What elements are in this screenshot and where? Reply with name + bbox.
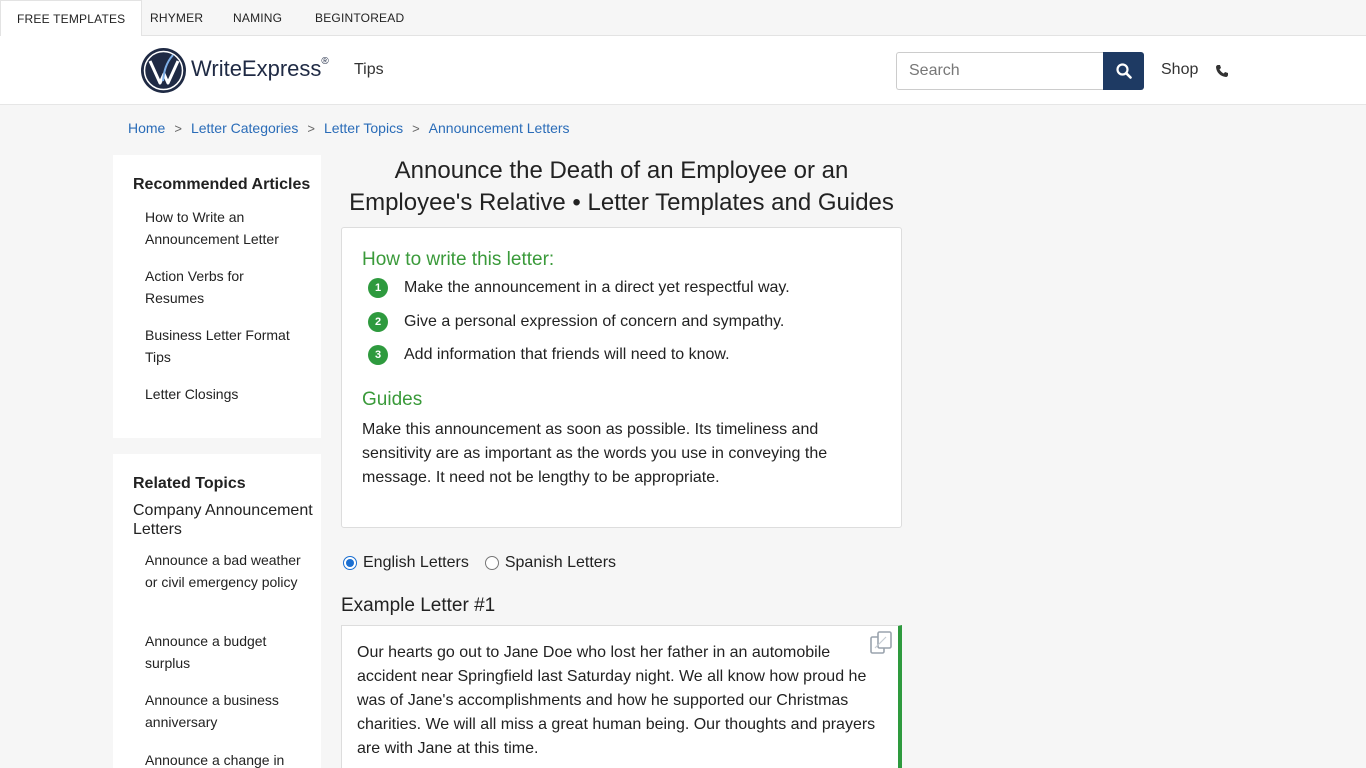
related-topics-subheading[interactable]: Company Announcement Letters (133, 501, 313, 539)
breadcrumb-letter-topics[interactable]: Letter Topics (324, 120, 403, 136)
tab-rhymer[interactable]: RHYMER (150, 0, 203, 36)
quill-logo-icon[interactable] (140, 47, 187, 94)
sidebar-item-business-format[interactable]: Business Letter Format Tips (145, 324, 305, 368)
sidebar-item-change-in[interactable]: Announce a change in (145, 749, 305, 768)
breadcrumb-separator: > (307, 120, 315, 136)
search-icon (1115, 63, 1132, 79)
breadcrumb-letter-categories[interactable]: Letter Categories (191, 120, 298, 136)
breadcrumb-announcement-letters[interactable]: Announcement Letters (429, 120, 570, 136)
sidebar-item-action-verbs[interactable]: Action Verbs for Resumes (145, 265, 305, 309)
recommended-articles-title: Recommended Articles (133, 176, 311, 193)
recommended-articles-panel: Recommended Articles How to Write an Ann… (113, 155, 321, 438)
step-text: Give a personal expression of concern an… (404, 313, 785, 330)
step-number-badge: 1 (368, 278, 388, 298)
breadcrumb-separator: > (174, 120, 182, 136)
breadcrumb-separator: > (412, 120, 420, 136)
brand-name[interactable]: WriteExpress® (191, 56, 329, 82)
language-selector: English Letters Spanish Letters (343, 554, 632, 572)
site-header: WriteExpress® Tips Shop (0, 36, 1366, 105)
example-letter-title: Example Letter #1 (341, 595, 496, 616)
shop-link[interactable]: Shop (1161, 61, 1198, 79)
english-label[interactable]: English Letters (363, 554, 469, 572)
step-1: 1 Make the announcement in a direct yet … (368, 278, 790, 298)
related-topics-title: Related Topics (133, 475, 246, 492)
tab-naming[interactable]: NAMING (233, 0, 282, 36)
english-radio[interactable] (343, 556, 357, 570)
how-to-heading: How to write this letter: (362, 249, 555, 270)
example-letter-text: Our hearts go out to Jane Doe who lost h… (357, 644, 876, 757)
step-text: Add information that friends will need t… (404, 346, 730, 363)
step-text: Make the announcement in a direct yet re… (404, 279, 790, 296)
sidebar-item-how-to-write[interactable]: How to Write an Announcement Letter (145, 206, 305, 250)
tab-free-templates[interactable]: FREE TEMPLATES (0, 0, 143, 37)
tab-begintoread[interactable]: BEGINTOREAD (315, 0, 404, 36)
breadcrumb: Home > Letter Categories > Letter Topics… (128, 120, 570, 136)
related-topics-panel: Related Topics Company Announcement Lett… (113, 454, 321, 768)
spanish-label[interactable]: Spanish Letters (505, 554, 616, 572)
how-to-write-box: How to write this letter: 1 Make the ann… (341, 227, 902, 528)
phone-icon[interactable] (1215, 64, 1229, 78)
search-input[interactable] (896, 52, 1104, 90)
search-button[interactable] (1103, 52, 1144, 90)
top-tab-bar: FREE TEMPLATES RHYMER NAMING BEGINTOREAD (0, 0, 1366, 37)
guides-text: Make this announcement as soon as possib… (362, 421, 828, 486)
step-2: 2 Give a personal expression of concern … (368, 312, 784, 332)
guides-heading: Guides (362, 389, 423, 410)
tips-link[interactable]: Tips (354, 61, 384, 79)
sidebar-item-budget-surplus[interactable]: Announce a budget surplus (145, 630, 305, 674)
page-title: Announce the Death of an Employee or an … (349, 157, 894, 216)
sidebar-item-letter-closings[interactable]: Letter Closings (145, 383, 305, 405)
example-letter-box: Our hearts go out to Jane Doe who lost h… (341, 625, 902, 768)
step-number-badge: 3 (368, 345, 388, 365)
step-number-badge: 2 (368, 312, 388, 332)
step-3: 3 Add information that friends will need… (368, 345, 730, 365)
sidebar-item-business-anniversary[interactable]: Announce a business anniversary (145, 689, 305, 733)
breadcrumb-home[interactable]: Home (128, 120, 165, 136)
spanish-radio[interactable] (484, 556, 499, 570)
sidebar-item-bad-weather[interactable]: Announce a bad weather or civil emergenc… (145, 549, 305, 593)
